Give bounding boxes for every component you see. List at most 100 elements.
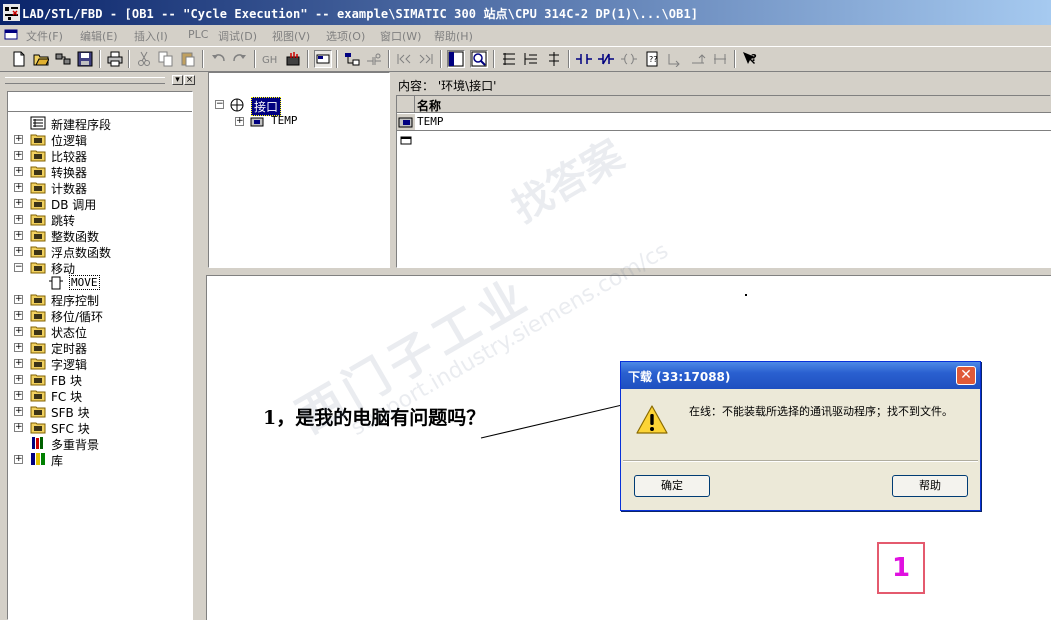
expand-icon[interactable]: + bbox=[14, 423, 23, 432]
cut-icon[interactable] bbox=[135, 50, 153, 68]
tree-item[interactable]: + 移位/循环 bbox=[8, 307, 192, 324]
monitor-icon[interactable] bbox=[284, 50, 302, 68]
expand-icon[interactable]: + bbox=[14, 343, 23, 352]
expand-icon[interactable]: + bbox=[14, 327, 23, 336]
open-icon[interactable] bbox=[32, 50, 50, 68]
copy-icon[interactable] bbox=[157, 50, 175, 68]
tree-item[interactable]: 多重背景 bbox=[8, 435, 192, 452]
tree-item[interactable]: + 定时器 bbox=[8, 339, 192, 356]
expand-icon[interactable]: + bbox=[14, 311, 23, 320]
panel-close-button[interactable]: × bbox=[184, 75, 195, 85]
tree-item[interactable]: + 浮点数函数 bbox=[8, 243, 192, 260]
tree-item[interactable]: + 比较器 bbox=[8, 147, 192, 164]
menu-debug[interactable]: 调试(D) bbox=[218, 28, 257, 44]
expand-icon[interactable]: + bbox=[14, 391, 23, 400]
tree-item[interactable]: + 跳转 bbox=[8, 211, 192, 228]
tree-item[interactable]: + 计数器 bbox=[8, 179, 192, 196]
tree-item[interactable]: + 字逻辑 bbox=[8, 355, 192, 372]
expand-icon[interactable]: + bbox=[14, 407, 23, 416]
save-icon[interactable] bbox=[76, 50, 94, 68]
expand-icon[interactable]: + bbox=[14, 455, 23, 464]
normally-open-icon[interactable] bbox=[575, 50, 593, 68]
tree-item[interactable]: + 整数函数 bbox=[8, 227, 192, 244]
expand-icon[interactable]: + bbox=[14, 215, 23, 224]
collapse-icon[interactable]: − bbox=[215, 100, 224, 109]
help-icon[interactable]: ? bbox=[741, 50, 759, 68]
expand-icon[interactable]: + bbox=[14, 135, 23, 144]
pane-splitter[interactable] bbox=[206, 268, 1051, 276]
menu-edit[interactable]: 编辑(E) bbox=[80, 28, 118, 44]
accessible-nodes-icon[interactable] bbox=[54, 50, 72, 68]
overview-icon[interactable] bbox=[314, 50, 332, 68]
tree-item[interactable]: + FB 块 bbox=[8, 371, 192, 388]
coil-icon[interactable] bbox=[620, 50, 638, 68]
interface-tree[interactable]: − 接口 + TEMP bbox=[208, 72, 390, 268]
ladder-network-icon[interactable] bbox=[500, 50, 518, 68]
prev-icon[interactable] bbox=[395, 50, 413, 68]
lad-app-icon[interactable] bbox=[3, 4, 20, 21]
program-elements-tree[interactable]: 新建程序段 + 位逻辑 + 比较器 + 转换器 + 计数器 + DB 调用 + 跳转 + 整数函数 + 浮点数函… bbox=[7, 91, 193, 620]
tree-item[interactable]: − 移动 bbox=[8, 259, 192, 276]
expand-icon[interactable]: + bbox=[14, 231, 23, 240]
expand-icon[interactable]: + bbox=[14, 375, 23, 384]
tree-item[interactable]: + 程序控制 bbox=[8, 291, 192, 308]
tree-item[interactable]: + 库 bbox=[8, 451, 192, 468]
branch-close-icon[interactable] bbox=[689, 50, 707, 68]
print-icon[interactable] bbox=[106, 50, 124, 68]
panel-grip[interactable]: ▾ × bbox=[2, 74, 196, 85]
menu-window[interactable]: 窗口(W) bbox=[380, 28, 421, 44]
undo-icon[interactable] bbox=[209, 50, 227, 68]
menu-view[interactable]: 视图(V) bbox=[272, 28, 310, 44]
tree-item[interactable]: + 转换器 bbox=[8, 163, 192, 180]
document-window-icon[interactable] bbox=[4, 28, 18, 41]
window-icon[interactable] bbox=[447, 50, 465, 68]
tree-item[interactable]: + DB 调用 bbox=[8, 195, 192, 212]
collapse-icon[interactable]: − bbox=[14, 263, 23, 272]
new-row-header[interactable] bbox=[397, 132, 415, 149]
row-header[interactable] bbox=[397, 114, 415, 131]
tree-item[interactable]: + 位逻辑 bbox=[8, 131, 192, 148]
tree-item[interactable]: + 状态位 bbox=[8, 323, 192, 340]
interface-table[interactable]: 名称 TEMP bbox=[396, 95, 1051, 268]
expand-icon[interactable]: + bbox=[14, 359, 23, 368]
table-row[interactable]: TEMP bbox=[415, 114, 1051, 131]
new-icon[interactable] bbox=[10, 50, 28, 68]
expand-icon[interactable]: + bbox=[235, 117, 244, 126]
dialog-title-bar[interactable]: 下载 (33:17088) ✕ bbox=[621, 362, 980, 389]
menu-plc[interactable]: PLC bbox=[188, 28, 208, 41]
tree-item[interactable]: + FC 块 bbox=[8, 387, 192, 404]
redo-icon[interactable] bbox=[231, 50, 249, 68]
box-icon[interactable]: ?? bbox=[643, 50, 661, 68]
menu-file[interactable]: 文件(F) bbox=[26, 28, 63, 44]
connection-icon[interactable] bbox=[666, 50, 684, 68]
menu-help[interactable]: 帮助(H) bbox=[434, 28, 473, 44]
tree-item[interactable]: MOVE bbox=[8, 275, 192, 291]
dialog-close-button[interactable]: ✕ bbox=[956, 366, 976, 385]
menu-insert[interactable]: 插入(I) bbox=[134, 28, 168, 44]
branch-open-icon[interactable] bbox=[711, 50, 729, 68]
column-header-name[interactable]: 名称 bbox=[415, 96, 1051, 113]
branch-icon[interactable] bbox=[365, 50, 383, 68]
expand-icon[interactable]: + bbox=[14, 167, 23, 176]
ok-button[interactable]: 确定 bbox=[634, 475, 710, 497]
network-icon[interactable] bbox=[343, 50, 361, 68]
ladder-branch-icon[interactable] bbox=[522, 50, 540, 68]
normally-closed-icon[interactable] bbox=[597, 50, 615, 68]
tree-item[interactable]: + SFC 块 bbox=[8, 419, 192, 436]
tree-item[interactable]: 新建程序段 bbox=[8, 115, 192, 132]
help-button[interactable]: 帮助 bbox=[892, 475, 968, 497]
next-icon[interactable] bbox=[417, 50, 435, 68]
paste-icon[interactable] bbox=[179, 50, 197, 68]
expand-icon[interactable]: + bbox=[14, 183, 23, 192]
panel-minimize-button[interactable]: ▾ bbox=[172, 75, 183, 85]
expand-icon[interactable]: + bbox=[14, 199, 23, 208]
menu-options[interactable]: 选项(O) bbox=[326, 28, 365, 44]
expand-icon[interactable]: + bbox=[14, 247, 23, 256]
svg-text:??: ?? bbox=[649, 55, 658, 64]
expand-icon[interactable]: + bbox=[14, 151, 23, 160]
tree-item[interactable]: + SFB 块 bbox=[8, 403, 192, 420]
expand-icon[interactable]: + bbox=[14, 295, 23, 304]
ladder-tree-icon[interactable] bbox=[545, 50, 563, 68]
download-icon[interactable]: GH bbox=[261, 50, 279, 68]
zoom-icon[interactable] bbox=[470, 50, 488, 68]
